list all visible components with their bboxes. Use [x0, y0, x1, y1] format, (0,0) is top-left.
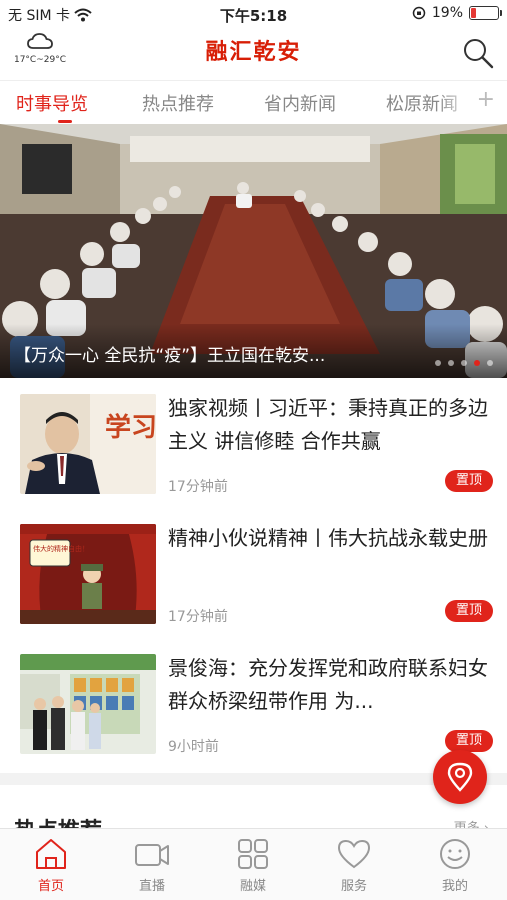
news-time: 9小时前 — [168, 739, 219, 755]
carousel-dot[interactable] — [448, 360, 454, 366]
carousel-dots — [435, 360, 493, 366]
banner-caption[interactable]: 【万众一心 全民抗“疫”】王立国在乾安... — [14, 341, 404, 366]
pinned-badge: 置顶 — [445, 600, 493, 622]
battery-level — [471, 8, 476, 18]
battery-icon — [469, 6, 502, 20]
nav-mine[interactable]: 我的 — [415, 837, 495, 894]
carousel-dot[interactable] — [461, 360, 467, 366]
news-title[interactable]: 景俊海：充分发挥党和政府联系妇女群众桥梁纽带作用 为... — [168, 652, 488, 718]
tab-provincial-news[interactable]: 省内新闻 — [264, 90, 336, 116]
home-icon — [36, 839, 66, 869]
search-icon[interactable] — [461, 36, 495, 70]
thumb-caption: 伟大的精神自由！ — [33, 544, 89, 553]
news-thumbnail — [20, 654, 156, 754]
nav-label: 我的 — [441, 879, 468, 894]
battery-percent: 19% — [431, 5, 463, 21]
video-camera-icon — [135, 844, 169, 866]
banner-carousel[interactable]: 【万众一心 全民抗“疫”】王立国在乾安... — [0, 124, 507, 378]
carousel-dot[interactable] — [487, 360, 493, 366]
news-item[interactable]: 景俊海：充分发挥党和政府联系妇女群众桥梁纽带作用 为... 9小时前 置顶 — [0, 638, 507, 768]
heart-icon — [337, 839, 371, 869]
nav-media[interactable]: 融媒 — [213, 837, 293, 894]
smiley-face-icon — [440, 839, 470, 869]
nav-label: 融媒 — [239, 879, 266, 894]
thumb-caption: 学习 — [105, 412, 156, 443]
nav-home[interactable]: 首页 — [11, 837, 91, 894]
app-header: 17°C~29°C 融汇乾安 — [0, 28, 507, 80]
news-item[interactable]: 学习 独家视频丨习近平：秉持真正的多边主义 讲信修睦 合作共赢 17分钟前 置顶 — [0, 378, 507, 508]
news-thumbnail: 伟大的精神自由！ — [20, 524, 156, 624]
news-title[interactable]: 精神小伙说精神丨伟大抗战永载史册 — [168, 522, 488, 555]
bottom-navigation: 首页 直播 融媒 服务 我的 — [0, 828, 507, 900]
status-right: 19% — [412, 5, 502, 21]
nav-service[interactable]: 服务 — [314, 837, 394, 894]
pinned-badge: 置顶 — [445, 470, 493, 492]
news-item[interactable]: 伟大的精神自由！ 精神小伙说精神丨伟大抗战永载史册 17分钟前 置顶 — [0, 508, 507, 638]
news-time: 17分钟前 — [168, 609, 228, 625]
carousel-dot[interactable] — [435, 360, 441, 366]
tab-fade-overlay — [437, 81, 477, 125]
category-tabs: 时事导览 热点推荐 省内新闻 松原新闻 + — [0, 80, 507, 125]
location-button[interactable] — [433, 750, 487, 804]
carousel-dot[interactable] — [474, 360, 480, 366]
tab-hot-recommend[interactable]: 热点推荐 — [142, 90, 214, 116]
news-time: 17分钟前 — [168, 479, 228, 495]
add-tab-button[interactable]: + — [477, 87, 495, 112]
orientation-lock-icon — [412, 6, 426, 20]
news-list: 学习 独家视频丨习近平：秉持真正的多边主义 讲信修睦 合作共赢 17分钟前 置顶… — [0, 378, 507, 773]
nav-live[interactable]: 直播 — [112, 837, 192, 894]
grid-icon — [238, 839, 268, 869]
pinned-badge: 置顶 — [445, 730, 493, 752]
hot-section-header: 热点推荐 更多 › — [0, 785, 507, 844]
app-title: 融汇乾安 — [205, 39, 302, 65]
status-bar: 无 SIM 卡 下午5:18 19% — [0, 0, 507, 28]
tab-current-affairs[interactable]: 时事导览 — [16, 90, 88, 116]
news-title[interactable]: 独家视频丨习近平：秉持真正的多边主义 讲信修睦 合作共赢 — [168, 392, 488, 458]
active-tab-indicator — [58, 120, 72, 123]
news-thumbnail: 学习 — [20, 394, 156, 494]
nav-label: 直播 — [138, 879, 165, 894]
nav-label: 首页 — [37, 879, 64, 894]
nav-label: 服务 — [340, 879, 367, 894]
section-divider — [0, 773, 507, 785]
location-pin-icon — [447, 762, 473, 792]
